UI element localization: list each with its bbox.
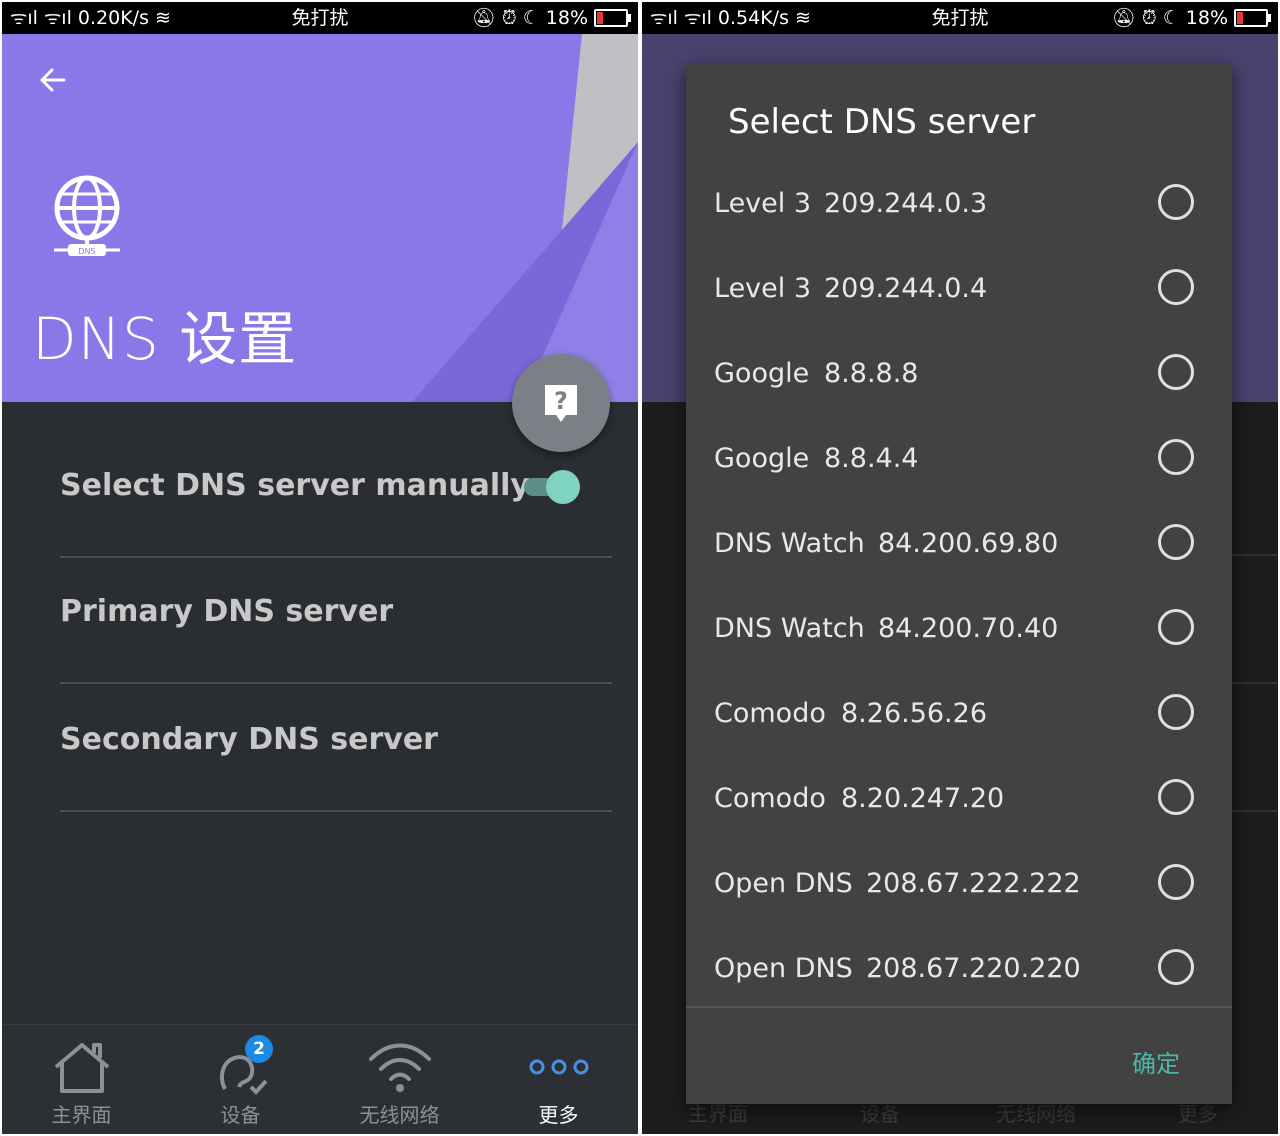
devices-badge: 2 — [245, 1035, 273, 1063]
dns-option[interactable]: Google 8.8.8.8 — [686, 336, 1232, 421]
dns-ip: 8.8.8.8 — [824, 358, 919, 389]
battery-percent: 18% — [1185, 7, 1228, 29]
dns-option[interactable]: Google 8.8.4.4 — [686, 421, 1232, 506]
alarm-icon: ⏰︎ — [501, 7, 517, 29]
dns-provider-name: Open DNS — [714, 953, 853, 984]
page-title: DNS 设置 — [32, 305, 298, 373]
nav-item-wireless[interactable]: 无线网络 — [320, 1025, 479, 1134]
dns-option[interactable]: Level 3 209.244.0.3 — [686, 166, 1232, 251]
confirm-button[interactable]: 确定 — [1132, 1044, 1180, 1079]
dns-ip: 84.200.70.40 — [878, 613, 1059, 644]
svg-text:?: ? — [554, 387, 568, 415]
setting-label: Select DNS server manually — [60, 468, 530, 503]
alarm-icon: ⏰︎ — [1141, 7, 1157, 29]
select-dns-manually-row[interactable]: Select DNS server manually — [60, 430, 612, 558]
radio-button[interactable] — [1158, 439, 1194, 475]
dns-option[interactable]: Comodo 8.20.247.20 — [686, 761, 1232, 846]
dns-ip: 8.20.247.20 — [841, 783, 1005, 814]
page-header: DNS DNS 设置 — [2, 34, 638, 402]
radio-button[interactable] — [1158, 864, 1194, 900]
moon-icon: ☾ — [522, 7, 540, 29]
dialog-divider — [686, 1006, 1232, 1008]
dns-option[interactable]: DNS Watch 84.200.69.80 — [686, 506, 1232, 591]
radio-button[interactable] — [1158, 949, 1194, 985]
dns-provider-name: Comodo — [714, 783, 826, 814]
battery-icon — [1234, 9, 1271, 27]
help-icon: ? — [545, 385, 577, 422]
select-dns-dialog: Select DNS server Level 3 209.244.0.3 Le… — [686, 64, 1232, 1104]
dns-provider-name: Open DNS — [714, 868, 853, 899]
globe-dns-label: DNS — [78, 247, 95, 256]
dns-ip: 208.67.220.220 — [866, 953, 1081, 984]
dns-option[interactable]: Level 3 209.244.0.4 — [686, 251, 1232, 336]
mute-icon: 🔕︎ — [1111, 7, 1136, 29]
radio-button[interactable] — [1158, 694, 1194, 730]
left-screen: ᯤıl ᯤıl 0.20K/s ≋ 免打扰 🔕︎ ⏰︎ ☾ 18% DNS DN… — [2, 2, 638, 1134]
right-screen: ᯤıl ᯤıl 0.54K/s ≋ 免打扰 🔕︎ ⏰︎ ☾ 18% 主界面 设备… — [642, 2, 1278, 1134]
dns-globe-icon: DNS — [54, 175, 120, 256]
dns-provider-name: Level 3 — [714, 273, 812, 304]
radio-button[interactable] — [1158, 779, 1194, 815]
dns-ip: 84.200.69.80 — [878, 528, 1059, 559]
mute-icon: 🔕︎ — [471, 7, 496, 29]
setting-label: Secondary DNS server — [60, 722, 438, 757]
nav-item-home[interactable]: 主界面 — [2, 1025, 161, 1134]
home-icon — [54, 1043, 109, 1093]
dns-option[interactable]: DNS Watch 84.200.70.40 — [686, 591, 1232, 676]
radio-button[interactable] — [1158, 354, 1194, 390]
radio-button[interactable] — [1158, 524, 1194, 560]
dns-ip: 8.26.56.26 — [841, 698, 987, 729]
dns-ip: 8.8.4.4 — [824, 443, 919, 474]
radio-button[interactable] — [1158, 269, 1194, 305]
dns-provider-name: Google — [714, 358, 810, 389]
bottom-nav: 主界面 2 设备 无线网络 更多 — [2, 1024, 638, 1134]
nav-item-devices[interactable]: 2 设备 — [161, 1025, 320, 1134]
dns-option[interactable]: Open DNS 208.67.222.222 — [686, 846, 1232, 931]
dns-provider-name: Comodo — [714, 698, 826, 729]
dns-provider-name: DNS Watch — [714, 613, 865, 644]
radio-button[interactable] — [1158, 184, 1194, 220]
dns-provider-name: Google — [714, 443, 810, 474]
more-icon — [529, 1059, 588, 1075]
back-arrow-icon[interactable] — [34, 60, 74, 100]
status-bar: ᯤıl ᯤıl 0.54K/s ≋ 免打扰 🔕︎ ⏰︎ ☾ 18% — [642, 2, 1278, 34]
radio-button[interactable] — [1158, 609, 1194, 645]
dns-ip: 209.244.0.3 — [824, 188, 988, 219]
dns-option[interactable]: Open DNS 208.67.220.220 — [686, 931, 1232, 1016]
battery-percent: 18% — [545, 7, 588, 29]
dns-ip: 209.244.0.4 — [824, 273, 988, 304]
dns-option[interactable]: Comodo 8.26.56.26 — [686, 676, 1232, 761]
dns-provider-name: Level 3 — [714, 188, 812, 219]
dns-ip: 208.67.222.222 — [866, 868, 1081, 899]
secondary-dns-row[interactable]: Secondary DNS server — [60, 684, 612, 812]
manual-dns-toggle[interactable] — [520, 468, 580, 504]
moon-icon: ☾ — [1162, 7, 1180, 29]
status-bar: ᯤıl ᯤıl 0.20K/s ≋ 免打扰 🔕︎ ⏰︎ ☾ 18% — [2, 2, 638, 34]
dialog-title: Select DNS server — [728, 102, 1036, 142]
wifi-icon — [368, 1043, 431, 1092]
nav-item-more[interactable]: 更多 — [479, 1025, 638, 1134]
primary-dns-row[interactable]: Primary DNS server — [60, 556, 612, 684]
setting-label: Primary DNS server — [60, 594, 394, 629]
dns-provider-name: DNS Watch — [714, 528, 865, 559]
battery-icon — [594, 9, 631, 27]
